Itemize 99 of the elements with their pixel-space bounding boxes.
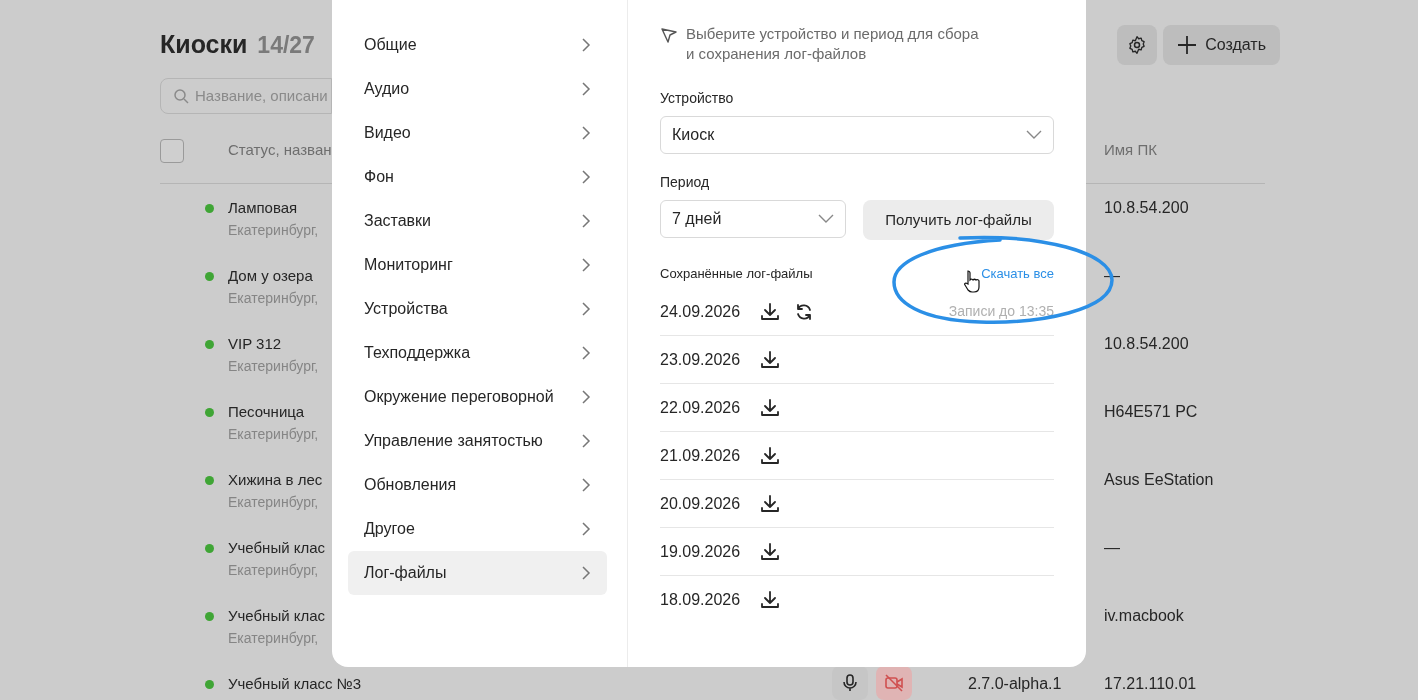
log-date: 20.09.2026 [660, 493, 742, 514]
settings-icon [1127, 35, 1148, 55]
log-date: 24.09.2026 [660, 301, 742, 322]
download-button[interactable] [760, 590, 780, 610]
chevron-right-icon [581, 82, 591, 96]
settings-nav-item[interactable]: Обновления [348, 463, 607, 507]
chevron-right-icon [581, 214, 591, 228]
period-select[interactable]: 7 дней [660, 200, 846, 238]
download-icon [760, 445, 780, 466]
pc-name: 10.8.54.200 [1104, 334, 1189, 354]
download-button[interactable] [760, 349, 780, 370]
log-date: 23.09.2026 [660, 349, 742, 370]
kiosk-name: Учебный клас [228, 538, 326, 558]
kiosk-location: Екатеринбург, [228, 357, 319, 376]
kiosk-name: Учебный клас [228, 606, 326, 626]
kiosk-name: Песочница [228, 402, 306, 422]
kiosk-name: Хижина в лес [228, 470, 323, 490]
download-button[interactable] [760, 541, 780, 562]
chevron-right-icon [581, 38, 591, 52]
download-button[interactable] [760, 445, 780, 466]
pc-name: iv.macbook [1104, 606, 1184, 626]
download-icon [760, 301, 780, 322]
plus-icon [1177, 35, 1198, 55]
settings-nav-item[interactable]: Заставки [348, 199, 607, 243]
pc-name: 10.8.54.200 [1104, 198, 1189, 218]
kiosk-location: Екатеринбург, [228, 493, 320, 512]
chevron-right-icon [581, 126, 591, 140]
settings-nav-item[interactable]: Лог-файлы [348, 551, 607, 595]
create-button[interactable]: Создать [1163, 25, 1280, 65]
device-select[interactable]: Киоск [660, 116, 1054, 154]
download-button[interactable] [760, 493, 780, 514]
settings-nav-item[interactable]: Фон [348, 155, 607, 199]
section-title: Сохранённые лог-файлы [660, 265, 813, 284]
hand-cursor-icon [963, 269, 981, 293]
settings-nav-item[interactable]: Видео [348, 111, 607, 155]
select-all-checkbox[interactable] [160, 138, 184, 163]
settings-nav-item[interactable]: Другое [348, 507, 607, 551]
kiosk-name: Ламповая [228, 198, 299, 218]
field-label: Устройство [660, 89, 735, 108]
chevron-right-icon [581, 170, 591, 184]
settings-nav-item[interactable]: Аудио [348, 67, 607, 111]
pc-name: — [1104, 538, 1120, 558]
download-icon [760, 541, 780, 562]
hint-text: Выберите устройство и период для сбора и сохранения лог-файлов [686, 24, 980, 64]
settings-nav-item[interactable]: Окружение переговорной [348, 375, 607, 419]
download-all-link[interactable]: Скачать все [981, 264, 1054, 284]
download-button[interactable] [760, 301, 780, 322]
log-note: Записи до 13:35 [948, 302, 1054, 321]
chevron-right-icon [581, 478, 591, 492]
download-icon [760, 397, 780, 418]
settings-button[interactable] [1117, 25, 1158, 65]
page-title: Киоски [160, 29, 248, 61]
column-header: Имя ПК [1104, 140, 1157, 161]
refresh-button[interactable] [794, 301, 814, 322]
kiosk-location: Екатеринбург, [228, 425, 319, 444]
settings-nav-item[interactable]: Общие [348, 23, 607, 67]
download-button[interactable] [760, 397, 780, 418]
chevron-right-icon [581, 522, 591, 536]
download-icon [760, 349, 780, 370]
kiosk-name: Дом у озера [228, 266, 314, 286]
log-date: 22.09.2026 [660, 397, 742, 418]
log-date: 18.09.2026 [660, 590, 742, 610]
column-header: Статус, назван [228, 140, 333, 161]
download-icon [760, 590, 780, 610]
kiosk-location: Екатеринбург, [228, 289, 319, 308]
chevron-right-icon [581, 258, 591, 272]
refresh-icon [794, 301, 814, 322]
microphone-toggle[interactable] [832, 666, 868, 700]
kiosk-count: 14/27 [257, 31, 315, 61]
kiosk-location: Екатеринбург, [228, 561, 320, 580]
microphone-icon [840, 673, 860, 693]
chevron-right-icon [581, 390, 591, 404]
log-date: 21.09.2026 [660, 445, 742, 466]
chevron-right-icon [581, 566, 591, 580]
pc-name: H64E571 PC [1104, 402, 1198, 422]
settings-nav-item[interactable]: Устройства [348, 287, 607, 331]
camera-toggle[interactable] [876, 666, 912, 700]
field-label: Период [660, 173, 711, 192]
chevron-down-icon [1026, 130, 1042, 140]
camera-off-icon [884, 673, 904, 693]
chevron-right-icon [581, 346, 591, 360]
kiosk-location: Екатеринбург, [228, 629, 320, 648]
log-date: 19.09.2026 [660, 541, 742, 562]
pointer-arrow-icon [660, 26, 678, 44]
chevron-down-icon [818, 214, 834, 224]
chevron-right-icon [581, 302, 591, 316]
settings-nav-item[interactable]: Управление занятостью [348, 419, 607, 463]
app-version: 2.7.0-alpha.1 [968, 675, 1062, 692]
settings-nav-item[interactable]: Мониторинг [348, 243, 607, 287]
download-icon [760, 493, 780, 514]
kiosk-location: Екатеринбург, [228, 221, 319, 240]
pc-name: 17.21.110.01 [1104, 674, 1197, 694]
kiosk-name: VIP 312 [228, 334, 283, 354]
kiosk-name: Учебный класс №3 [228, 674, 362, 694]
get-logs-button[interactable]: Получить лог-файлы [863, 200, 1054, 240]
chevron-right-icon [581, 434, 591, 448]
pc-name: Asus EeStation [1104, 470, 1214, 490]
search-icon [173, 88, 189, 104]
settings-nav-item[interactable]: Техподдержка [348, 331, 607, 375]
